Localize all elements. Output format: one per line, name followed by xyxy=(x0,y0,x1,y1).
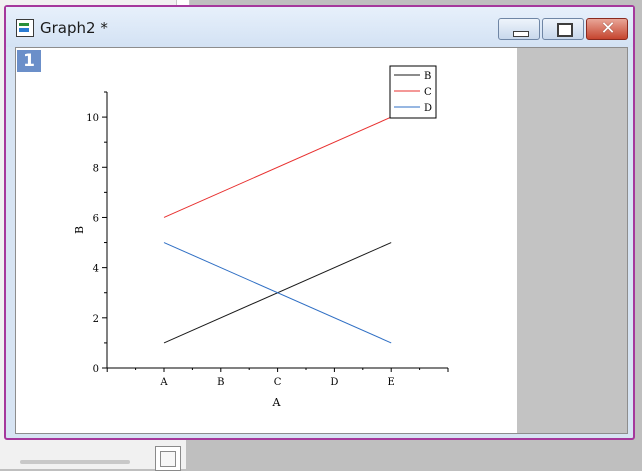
series-lines xyxy=(163,116,392,344)
y-axis-title: B xyxy=(73,226,86,234)
graph-window[interactable]: Graph2 * ✕ 1 0 2 4 6 8 10 A B C D E A B BCD xyxy=(4,5,635,440)
x-tick-label: A xyxy=(159,377,168,388)
x-axis-title: A xyxy=(272,396,282,409)
title-bar[interactable]: Graph2 * ✕ xyxy=(6,7,633,47)
legend-label-B: B xyxy=(424,71,431,82)
y-tick-label: 2 xyxy=(93,314,99,325)
graph-page[interactable]: 1 0 2 4 6 8 10 A B C D E A B BCD xyxy=(16,48,517,433)
window-title: Graph2 * xyxy=(40,19,108,37)
window-stack-icon[interactable] xyxy=(155,446,181,471)
x-tick-label: B xyxy=(217,377,224,388)
axes: 0 2 4 6 8 10 A B C D E A B xyxy=(73,91,449,409)
maximize-icon xyxy=(557,23,573,37)
x-tick-label: D xyxy=(330,377,338,388)
minimize-button[interactable] xyxy=(498,18,540,40)
y-tick-label: 4 xyxy=(93,264,99,275)
horizontal-scrollbar[interactable] xyxy=(20,460,130,464)
close-button[interactable]: ✕ xyxy=(586,18,628,40)
maximize-button[interactable] xyxy=(542,18,584,40)
graph-client-area[interactable]: 1 0 2 4 6 8 10 A B C D E A B BCD xyxy=(15,47,628,434)
legend-label-C: C xyxy=(424,87,432,98)
x-tick-label: C xyxy=(274,377,282,388)
line-chart[interactable]: 0246810A B C D EAB BCD xyxy=(16,48,517,433)
x-tick-label: E xyxy=(388,377,395,388)
y-tick-label: 6 xyxy=(93,213,99,224)
series-line-C xyxy=(163,116,392,218)
minimize-icon xyxy=(513,31,529,37)
y-tick-label: 0 xyxy=(93,364,99,375)
legend-label-D: D xyxy=(424,103,432,114)
legend[interactable]: BCD xyxy=(389,65,437,119)
y-tick-label: 8 xyxy=(93,163,99,174)
y-tick-label: 10 xyxy=(86,113,99,124)
close-icon: ✕ xyxy=(600,18,616,39)
graph-window-icon[interactable] xyxy=(16,19,34,37)
